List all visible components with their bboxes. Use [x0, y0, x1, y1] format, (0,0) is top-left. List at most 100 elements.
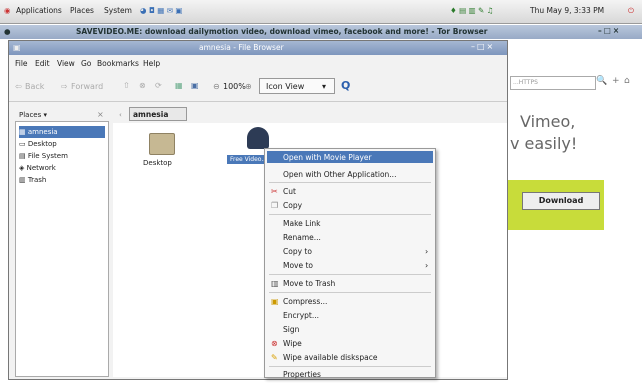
context-menu: Open with Movie Player Open with Other A…: [264, 148, 436, 379]
archive-icon: ▣: [271, 297, 279, 306]
sidebar-item-network[interactable]: ◈ Network: [19, 162, 105, 174]
video-file-icon[interactable]: [247, 127, 269, 149]
menu-item-move-to[interactable]: Move to: [283, 261, 313, 270]
menu-item-open-other-app[interactable]: Open with Other Application...: [283, 170, 396, 179]
places-menu[interactable]: Places: [70, 6, 94, 15]
system-menu[interactable]: System: [104, 6, 132, 15]
desktop-folder-icon[interactable]: [149, 133, 175, 155]
menu-separator: [269, 366, 431, 367]
menu-item-move-to-trash[interactable]: Move to Trash: [283, 279, 335, 288]
menu-separator: [269, 182, 431, 183]
home-icon[interactable]: ⌂: [624, 76, 630, 86]
applications-menu[interactable]: Applications: [16, 6, 62, 15]
drive-icon: ▤: [19, 152, 28, 160]
sidebar-item-label: Network: [26, 164, 56, 172]
copy-icon: ❐: [271, 201, 279, 210]
menu-item-open-movie-player[interactable]: Open with Movie Player: [283, 153, 372, 162]
desktop-folder-label[interactable]: Desktop: [143, 159, 172, 167]
file-browser-titlebar: ▣ amnesia - File Browser –□×: [9, 41, 507, 55]
menu-item-wipe[interactable]: Wipe: [283, 339, 302, 348]
path-back-icon[interactable]: ‹: [119, 111, 122, 119]
menu-item-copy[interactable]: Copy: [283, 201, 302, 210]
easily-text: v easily!: [510, 134, 578, 153]
submenu-arrow-icon: ›: [425, 247, 429, 256]
view-selector-value: Icon View: [266, 82, 305, 91]
power-icon[interactable]: ⏻: [628, 6, 634, 16]
menu-item-wipe-diskspace[interactable]: Wipe available diskspace: [283, 353, 377, 362]
close-pane-icon[interactable]: ×: [97, 110, 104, 119]
trash-icon: ▥: [19, 176, 28, 184]
places-sidebar: ▦ amnesia ▭ Desktop ▤ File System ◈ Netw…: [15, 121, 109, 377]
trash-icon: ▥: [271, 279, 279, 288]
distro-icon[interactable]: ◉: [4, 6, 11, 15]
file-browser-window-controls[interactable]: –□×: [471, 42, 495, 51]
sidebar-item-amnesia[interactable]: ▦ amnesia: [19, 126, 105, 138]
zoom-in-icon[interactable]: ⊕: [245, 82, 252, 91]
search-icon[interactable]: 🔍: [596, 76, 607, 86]
zoom-level: 100%: [223, 82, 246, 91]
stop-icon[interactable]: ⊗: [139, 81, 146, 90]
desktop-icon: ▭: [19, 140, 28, 148]
zoom-out-icon[interactable]: ⊖: [213, 82, 220, 91]
tray-icons[interactable]: ♦ ▤ ▥ ✎ ♫: [450, 6, 493, 15]
computer-icon[interactable]: ▣: [191, 81, 199, 90]
chevron-down-icon: ▾: [322, 82, 327, 91]
reload-icon[interactable]: ⟳: [155, 81, 162, 90]
file-browser-title: amnesia - File Browser: [199, 43, 284, 52]
home-folder-icon[interactable]: ▦: [175, 81, 183, 90]
back-icon[interactable]: ⇦: [15, 82, 22, 91]
menu-item-encrypt[interactable]: Encrypt...: [283, 311, 319, 320]
brush-icon: ✎: [271, 353, 278, 362]
menu-item-sign[interactable]: Sign: [283, 325, 299, 334]
home-icon: ▦: [19, 128, 28, 136]
view-selector[interactable]: Icon View ▾: [259, 78, 335, 94]
menu-separator: [269, 214, 431, 215]
toolbar: ⇦ Back ⇨ Forward ⇧ ⊗ ⟳ ▦ ▣ ⊖ 100% ⊕ Icon…: [9, 73, 507, 102]
submenu-arrow-icon: ›: [425, 261, 429, 270]
download-button[interactable]: Download: [522, 192, 600, 210]
search-input[interactable]: ...HTTPS: [510, 76, 596, 90]
menu-separator: [269, 292, 431, 293]
tor-window-controls[interactable]: –□×: [598, 26, 621, 35]
menu-view[interactable]: View: [57, 59, 75, 68]
forward-button[interactable]: Forward: [71, 82, 103, 91]
sidebar-item-trash[interactable]: ▥ Trash: [19, 174, 105, 186]
browser-page: ...HTTPS 🔍 + ⌂ Vimeo, v easily! Download: [508, 56, 636, 378]
cut-icon: ✂: [271, 187, 278, 196]
tor-window-title: SAVEVIDEO.ME: download dailymotion video…: [76, 27, 488, 36]
tor-icon: ●: [4, 27, 11, 36]
forward-icon[interactable]: ⇨: [61, 82, 68, 91]
sidebar-item-desktop[interactable]: ▭ Desktop: [19, 138, 105, 150]
sidebar-item-label: Desktop: [27, 140, 57, 148]
places-header[interactable]: Places ▾: [19, 111, 47, 119]
path-label: amnesia: [133, 110, 169, 119]
sidebar-item-label: File System: [27, 152, 68, 160]
search-icon[interactable]: Q: [341, 79, 350, 92]
wipe-icon: ⊗: [271, 339, 278, 348]
menu-item-cut[interactable]: Cut: [283, 187, 296, 196]
add-icon[interactable]: +: [612, 76, 620, 86]
launcher-icons[interactable]: ◕ ◘ ▦ ✉ ▣: [140, 6, 182, 15]
menu-item-compress[interactable]: Compress...: [283, 297, 327, 306]
path-button-amnesia[interactable]: amnesia: [129, 107, 187, 121]
menu-edit[interactable]: Edit: [35, 59, 50, 68]
menu-bookmarks[interactable]: Bookmarks: [97, 59, 139, 68]
menu-separator: [269, 274, 431, 275]
menu-go[interactable]: Go: [81, 59, 91, 68]
up-icon[interactable]: ⇧: [123, 81, 130, 90]
places-label: Places: [19, 111, 42, 119]
back-button[interactable]: Back: [25, 82, 44, 91]
sidebar-item-label: Trash: [27, 176, 47, 184]
clock[interactable]: Thu May 9, 3:33 PM: [530, 6, 604, 15]
vimeo-text: Vimeo,: [520, 112, 576, 131]
sidebar-item-label: amnesia: [27, 128, 58, 136]
top-panel: ◉ Applications Places System ◕ ◘ ▦ ✉ ▣ ♦…: [0, 0, 642, 24]
menu-help[interactable]: Help: [143, 59, 160, 68]
menu-item-copy-to[interactable]: Copy to: [283, 247, 312, 256]
sidebar-item-file-system[interactable]: ▤ File System: [19, 150, 105, 162]
menu-file[interactable]: File: [15, 59, 28, 68]
menu-item-properties[interactable]: Properties: [283, 370, 321, 379]
tor-browser-titlebar: ● SAVEVIDEO.ME: download dailymotion vid…: [0, 25, 642, 39]
menu-item-make-link[interactable]: Make Link: [283, 219, 321, 228]
menu-item-rename[interactable]: Rename...: [283, 233, 321, 242]
